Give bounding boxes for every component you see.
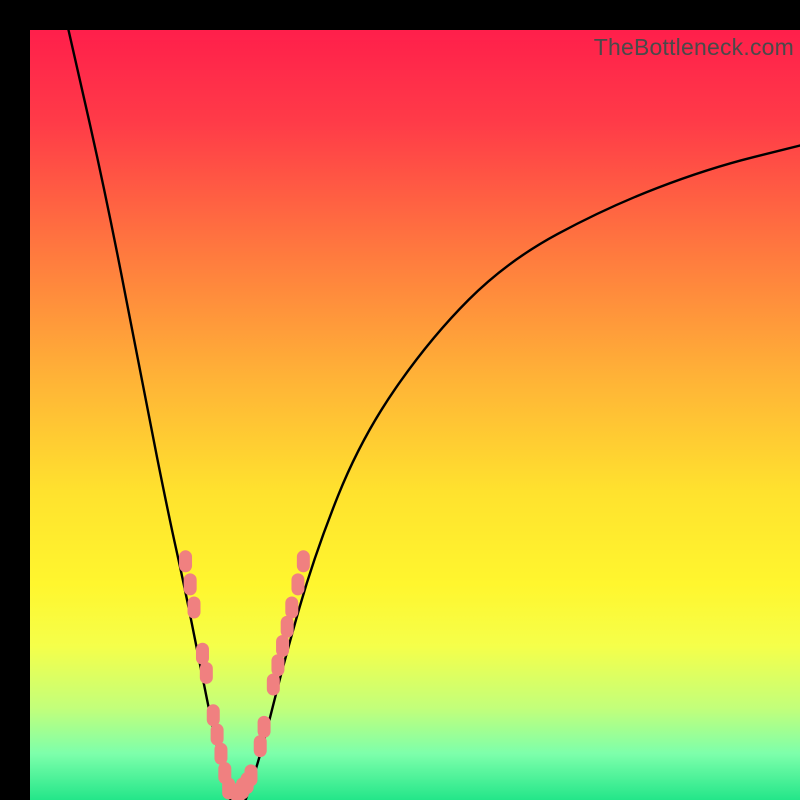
marker-dot	[291, 573, 304, 595]
marker-dot	[281, 616, 294, 638]
marker-dot	[297, 550, 310, 572]
marker-dot	[267, 674, 280, 696]
marker-dot	[207, 704, 220, 726]
marker-dot	[285, 597, 298, 619]
marker-dot	[271, 654, 284, 676]
marker-dot	[254, 735, 267, 757]
marker-dot	[258, 716, 271, 738]
marker-dot	[211, 724, 224, 746]
marker-dot	[244, 764, 257, 786]
series-bottleneck-curve-right	[246, 146, 800, 800]
marker-dot	[188, 597, 201, 619]
series-bottleneck-curve-left	[69, 30, 231, 800]
marker-dot	[200, 662, 213, 684]
chart-frame: TheBottleneck.com	[0, 0, 800, 800]
marker-dot	[179, 550, 192, 572]
marker-dot	[196, 643, 209, 665]
curves-layer	[30, 30, 800, 800]
marker-dot	[184, 573, 197, 595]
marker-dot	[276, 635, 289, 657]
plot-area: TheBottleneck.com	[30, 30, 800, 800]
marker-dot	[214, 743, 227, 765]
